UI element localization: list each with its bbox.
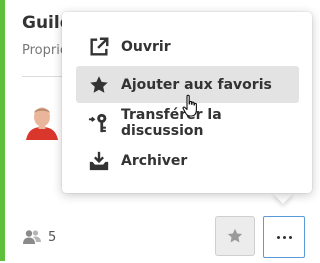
members-count: 5: [22, 228, 56, 246]
menu-item-archive[interactable]: Archiver: [76, 142, 299, 179]
menu-item-label: Archiver: [121, 152, 188, 169]
stage: Guild Propriét 5 Ouvrir Ajouter aux favo…: [0, 0, 320, 263]
menu-item-label: Ouvrir: [121, 38, 171, 55]
star-icon: [88, 74, 110, 96]
key-transfer-icon: [88, 112, 110, 134]
context-menu: Ouvrir Ajouter aux favoris Transférer la…: [62, 12, 312, 193]
more-options-button[interactable]: [263, 216, 305, 258]
menu-item-open[interactable]: Ouvrir: [76, 28, 299, 65]
archive-icon: [88, 150, 110, 172]
star-icon: [227, 228, 243, 243]
members-count-label: 5: [48, 229, 57, 245]
menu-item-transfer[interactable]: Transférer la discussion: [76, 104, 299, 141]
favorite-button[interactable]: [215, 216, 255, 256]
avatar-image: [22, 100, 62, 140]
menu-item-label: Transférer la discussion: [121, 106, 222, 139]
menu-item-label: Ajouter aux favoris: [121, 76, 272, 93]
external-link-icon: [88, 36, 110, 58]
people-icon: [23, 230, 41, 244]
card-accent-bar: [0, 0, 5, 261]
menu-item-add-favorite[interactable]: Ajouter aux favoris: [76, 66, 299, 103]
ellipsis-icon: [276, 235, 292, 239]
avatar[interactable]: [22, 100, 62, 140]
